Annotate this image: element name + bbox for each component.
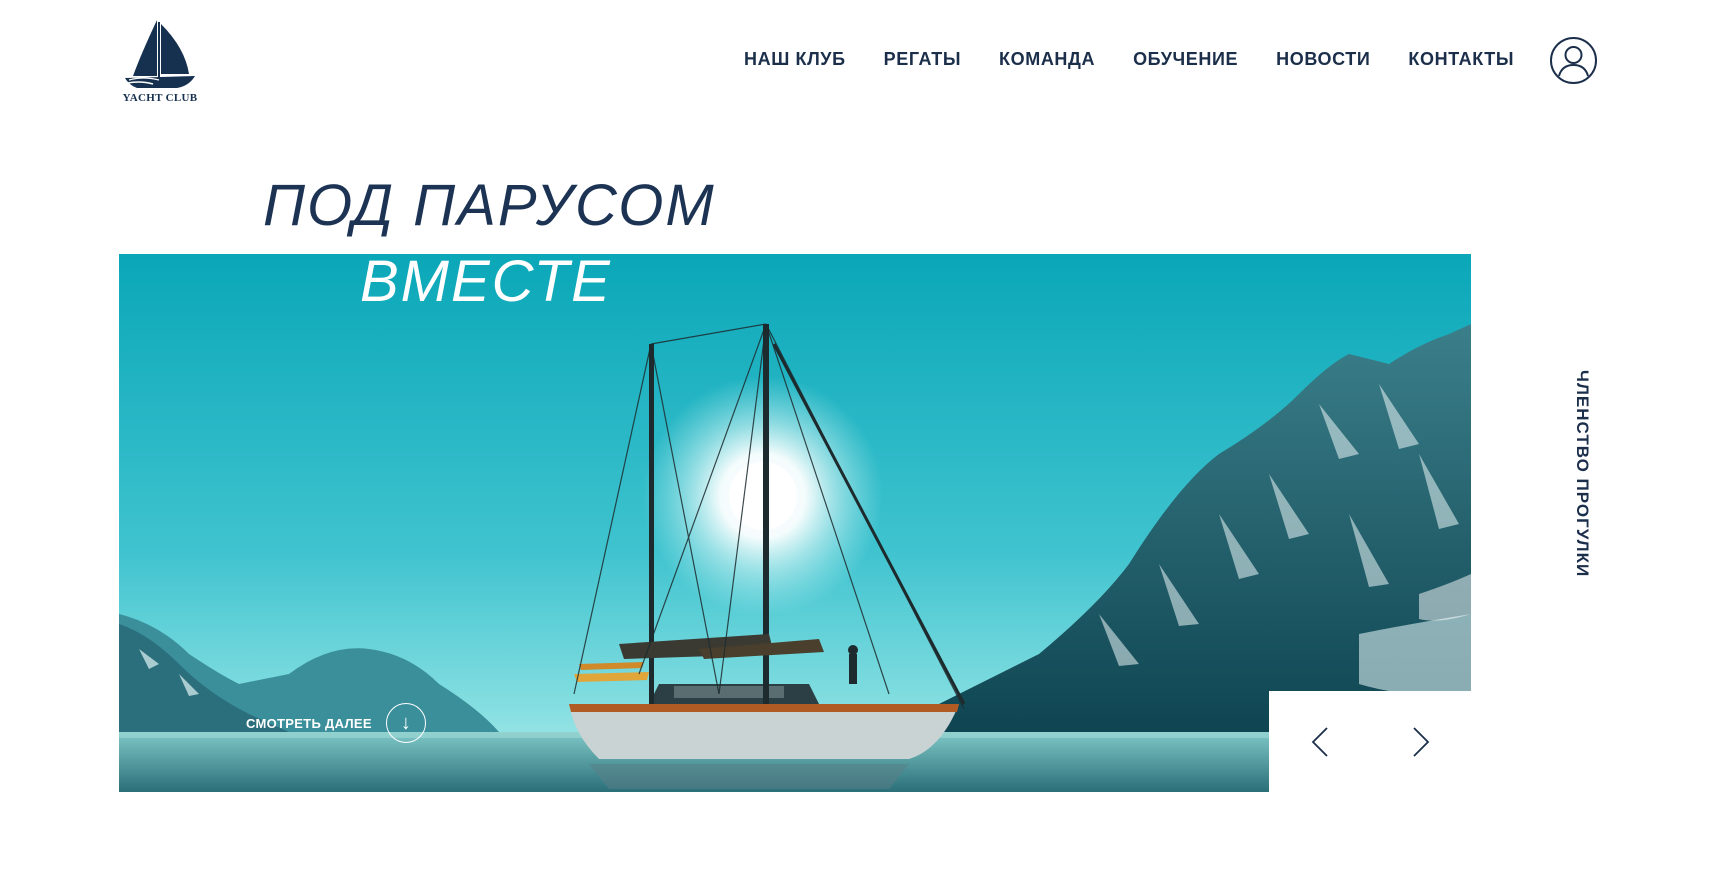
- nav-item-team[interactable]: КОМАНДА: [999, 49, 1095, 70]
- side-vertical-menu: ЧЛЕНСТВО ПРОГУЛКИ: [1572, 370, 1602, 590]
- logo-text: YACHT CLUB: [122, 92, 198, 104]
- see-more-button[interactable]: СМОТРЕТЬ ДАЛЕЕ ↓: [246, 703, 426, 743]
- sailboat-logo-icon: [122, 20, 195, 88]
- nav-item-club[interactable]: НАШ КЛУБ: [744, 49, 846, 70]
- arrow-down-icon: ↓: [385, 703, 426, 743]
- chevron-right-icon[interactable]: [1406, 725, 1436, 759]
- hero-title-line2: ВМЕСТЕ: [360, 249, 612, 314]
- user-icon[interactable]: [1550, 37, 1597, 84]
- see-more-label: СМОТРЕТЬ ДАЛЕЕ: [246, 715, 372, 731]
- logo[interactable]: YACHT CLUB: [119, 18, 201, 110]
- nav-item-regattas[interactable]: РЕГАТЫ: [884, 49, 961, 70]
- nav-item-training[interactable]: ОБУЧЕНИЕ: [1133, 49, 1238, 70]
- nav-item-news[interactable]: НОВОСТИ: [1276, 49, 1370, 70]
- hero-title-line1: ПОД ПАРУСОМ: [263, 173, 716, 238]
- vertical-menu-label[interactable]: ЧЛЕНСТВО ПРОГУЛКИ: [1572, 370, 1592, 577]
- slider-controls: [1269, 691, 1471, 792]
- nav-item-contacts[interactable]: КОНТАКТЫ: [1408, 49, 1514, 70]
- chevron-left-icon[interactable]: [1305, 725, 1335, 759]
- main-nav: НАШ КЛУБ РЕГАТЫ КОМАНДА ОБУЧЕНИЕ НОВОСТИ…: [744, 49, 1514, 70]
